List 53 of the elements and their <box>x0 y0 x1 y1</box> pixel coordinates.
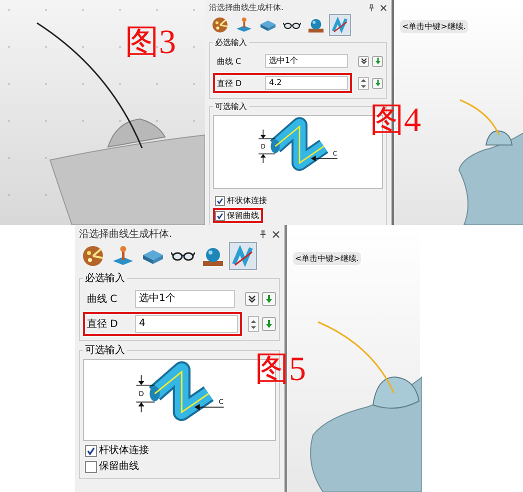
field-label: 直径 D <box>217 78 243 88</box>
glasses-icon <box>283 22 301 28</box>
input-field[interactable]: 4 <box>135 315 238 333</box>
checkbox-label: 保留曲线 <box>227 210 259 221</box>
field-label: 曲线 C <box>217 56 242 66</box>
down-arrow-icon <box>374 57 382 65</box>
checkbox-label: 杆状体连接 <box>99 445 149 457</box>
down-arrow-button[interactable] <box>372 78 383 88</box>
spinner-control[interactable] <box>248 316 259 332</box>
down-arrow-button[interactable] <box>262 317 276 331</box>
palette-icon <box>211 16 229 34</box>
group-label: 必选输入 <box>84 272 126 285</box>
checkbox[interactable] <box>85 461 97 473</box>
panel-title: 沿选择曲线生成杆体. <box>209 2 284 13</box>
joystick-icon <box>235 16 253 34</box>
joystick-icon <box>111 244 135 268</box>
double-chevron-icon <box>360 57 368 65</box>
up-arrow-icon <box>250 318 257 324</box>
tube-diagram <box>270 117 328 171</box>
up-arrow-icon <box>360 78 367 82</box>
double-chevron-icon <box>247 294 257 304</box>
status-hint: <单击中键>继续. <box>293 252 361 265</box>
checkbox-label: 保留曲线 <box>99 461 139 473</box>
input-field[interactable]: 选中1个 <box>265 54 348 68</box>
palette-icon <box>81 244 105 268</box>
checkbox[interactable] <box>215 196 225 206</box>
down-arrow-icon <box>264 294 274 304</box>
checkbox[interactable] <box>85 445 97 457</box>
checkbox-label: 杆状体连接 <box>227 195 267 206</box>
tube-diagram <box>148 361 214 422</box>
sphere-icon <box>307 16 325 34</box>
close-icon[interactable] <box>272 230 280 238</box>
spinner-control[interactable] <box>358 76 369 90</box>
tube-icon <box>231 244 255 268</box>
group-label: 可选输入 <box>84 344 126 357</box>
group-label: 必选输入 <box>214 37 248 48</box>
expand-button[interactable] <box>245 292 259 306</box>
figure-caption: 图4 <box>370 104 421 138</box>
status-hint: <单击中键>继续. <box>400 20 468 33</box>
input-field[interactable]: 选中1个 <box>135 290 235 308</box>
panel-title: 沿选择曲线生成杆体. <box>79 228 172 241</box>
group-label: 可选输入 <box>214 101 248 112</box>
expand-button[interactable] <box>358 56 369 66</box>
input-field[interactable]: 4.2 <box>265 76 348 90</box>
close-icon[interactable] <box>380 4 387 12</box>
pin-icon[interactable] <box>259 230 267 238</box>
field-label: 直径 D <box>87 318 119 331</box>
field-label: 曲线 C <box>87 292 118 306</box>
pin-icon[interactable] <box>368 4 375 12</box>
figure-caption: 图3 <box>125 26 176 60</box>
checkbox[interactable] <box>215 210 225 220</box>
tube-icon <box>331 16 349 34</box>
figure-caption: 图5 <box>255 353 306 387</box>
